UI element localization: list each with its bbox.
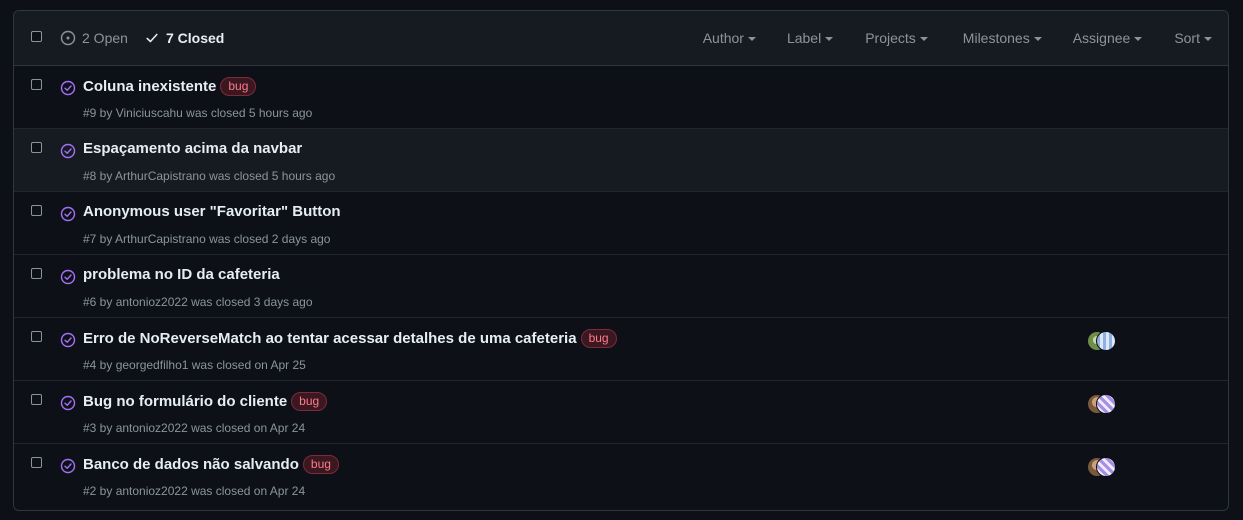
check-icon: [146, 33, 158, 43]
chevron-down-icon: [1033, 37, 1042, 41]
issue-row[interactable]: Banco de dados não salvando bug #2 by an…: [14, 444, 1228, 507]
milestones-filter[interactable]: Milestones: [963, 30, 1042, 46]
issue-checkbox[interactable]: [31, 268, 42, 279]
issue-closed-icon: [60, 80, 76, 96]
chevron-down-icon: [747, 37, 756, 41]
assignee-avatars[interactable]: [1087, 457, 1121, 479]
sort-filter-label: Sort: [1174, 30, 1200, 46]
issue-title-link[interactable]: Banco de dados não salvando: [83, 456, 299, 473]
issue-closed-icon: [60, 269, 76, 285]
issue-checkbox[interactable]: [31, 79, 42, 90]
sort-filter[interactable]: Sort: [1174, 30, 1212, 46]
bug-label[interactable]: bug: [302, 455, 339, 474]
issue-closed-icon: [60, 143, 76, 159]
issue-title-link[interactable]: problema no ID da cafeteria: [83, 266, 280, 283]
chevron-down-icon: [919, 37, 928, 41]
issue-checkbox[interactable]: [31, 331, 42, 342]
author-filter[interactable]: Author: [703, 30, 756, 46]
avatar[interactable]: [1096, 331, 1116, 351]
chevron-down-icon: [1204, 37, 1212, 41]
open-issues-label: 2 Open: [82, 30, 128, 46]
assignee-avatars[interactable]: [1087, 394, 1121, 416]
bug-label[interactable]: bug: [220, 77, 257, 96]
open-issues-tab[interactable]: 2 Open: [60, 30, 128, 46]
issue-row[interactable]: Bug no formulário do cliente bug #3 by a…: [14, 381, 1228, 444]
projects-filter[interactable]: Projects: [865, 30, 928, 46]
issue-checkbox[interactable]: [31, 142, 42, 153]
issue-meta: #2 by antonioz2022 was closed on Apr 24: [83, 484, 306, 498]
bug-label[interactable]: bug: [580, 329, 617, 348]
avatar[interactable]: [1096, 394, 1116, 414]
issue-closed-icon: [60, 206, 76, 222]
milestones-filter-label: Milestones: [962, 30, 1030, 46]
issue-meta: #8 by ArthurCapistrano was closed 5 hour…: [83, 169, 336, 183]
chevron-down-icon: [825, 37, 834, 41]
issue-row[interactable]: problema no ID da cafeteria #6 by antoni…: [14, 255, 1228, 318]
issue-title-link[interactable]: Bug no formulário do cliente: [83, 393, 287, 410]
closed-issues-label: 7 Closed: [166, 30, 225, 46]
issue-opened-icon: [60, 30, 76, 46]
label-filter-label: Label: [786, 30, 822, 46]
issue-title-link[interactable]: Anonymous user "Favoritar" Button: [83, 203, 341, 220]
issue-title-link[interactable]: Coluna inexistente: [83, 78, 216, 95]
issues-list-header: 2 Open 7 Closed Author Label Projects Mi…: [14, 11, 1228, 66]
issue-meta: #9 by Viniciuscahu was closed 5 hours ag…: [83, 106, 313, 120]
issue-rows: Coluna inexistente bug #9 by Viniciuscah…: [14, 66, 1228, 507]
assignee-filter[interactable]: Assignee: [1073, 30, 1143, 46]
select-all-checkbox[interactable]: [31, 31, 42, 42]
issue-title-link[interactable]: Erro de NoReverseMatch ao tentar acessar…: [83, 330, 577, 347]
filter-bar: Author Label Projects Milestones Assigne…: [703, 11, 1228, 65]
issue-meta: #4 by georgedfilho1 was closed on Apr 25: [83, 358, 306, 372]
issue-meta: #6 by antonioz2022 was closed 3 days ago: [83, 295, 313, 309]
issue-checkbox[interactable]: [31, 205, 42, 216]
issue-row[interactable]: Coluna inexistente bug #9 by Viniciuscah…: [14, 66, 1228, 129]
author-filter-label: Author: [702, 30, 744, 46]
chevron-down-icon: [1134, 37, 1143, 41]
issue-closed-icon: [60, 458, 76, 474]
closed-issues-tab[interactable]: 7 Closed: [145, 30, 224, 46]
assignee-avatars[interactable]: [1087, 331, 1121, 353]
assignee-filter-label: Assignee: [1072, 30, 1131, 46]
bug-label[interactable]: bug: [291, 392, 328, 411]
issue-row[interactable]: Anonymous user "Favoritar" Button #7 by …: [14, 192, 1228, 255]
issue-meta: #7 by ArthurCapistrano was closed 2 days…: [83, 232, 331, 246]
issue-checkbox[interactable]: [31, 457, 42, 468]
issue-closed-icon: [60, 395, 76, 411]
issue-checkbox[interactable]: [31, 394, 42, 405]
issues-list-box: 2 Open 7 Closed Author Label Projects Mi…: [13, 10, 1229, 511]
issue-row[interactable]: Erro de NoReverseMatch ao tentar acessar…: [14, 318, 1228, 381]
avatar[interactable]: [1096, 457, 1116, 477]
issue-closed-icon: [60, 332, 76, 348]
issue-title-link[interactable]: Espaçamento acima da navbar: [83, 140, 302, 157]
issue-row[interactable]: Espaçamento acima da navbar #8 by Arthur…: [14, 129, 1228, 192]
label-filter[interactable]: Label: [786, 30, 834, 46]
issue-meta: #3 by antonioz2022 was closed on Apr 24: [83, 421, 306, 435]
projects-filter-label: Projects: [865, 30, 916, 46]
